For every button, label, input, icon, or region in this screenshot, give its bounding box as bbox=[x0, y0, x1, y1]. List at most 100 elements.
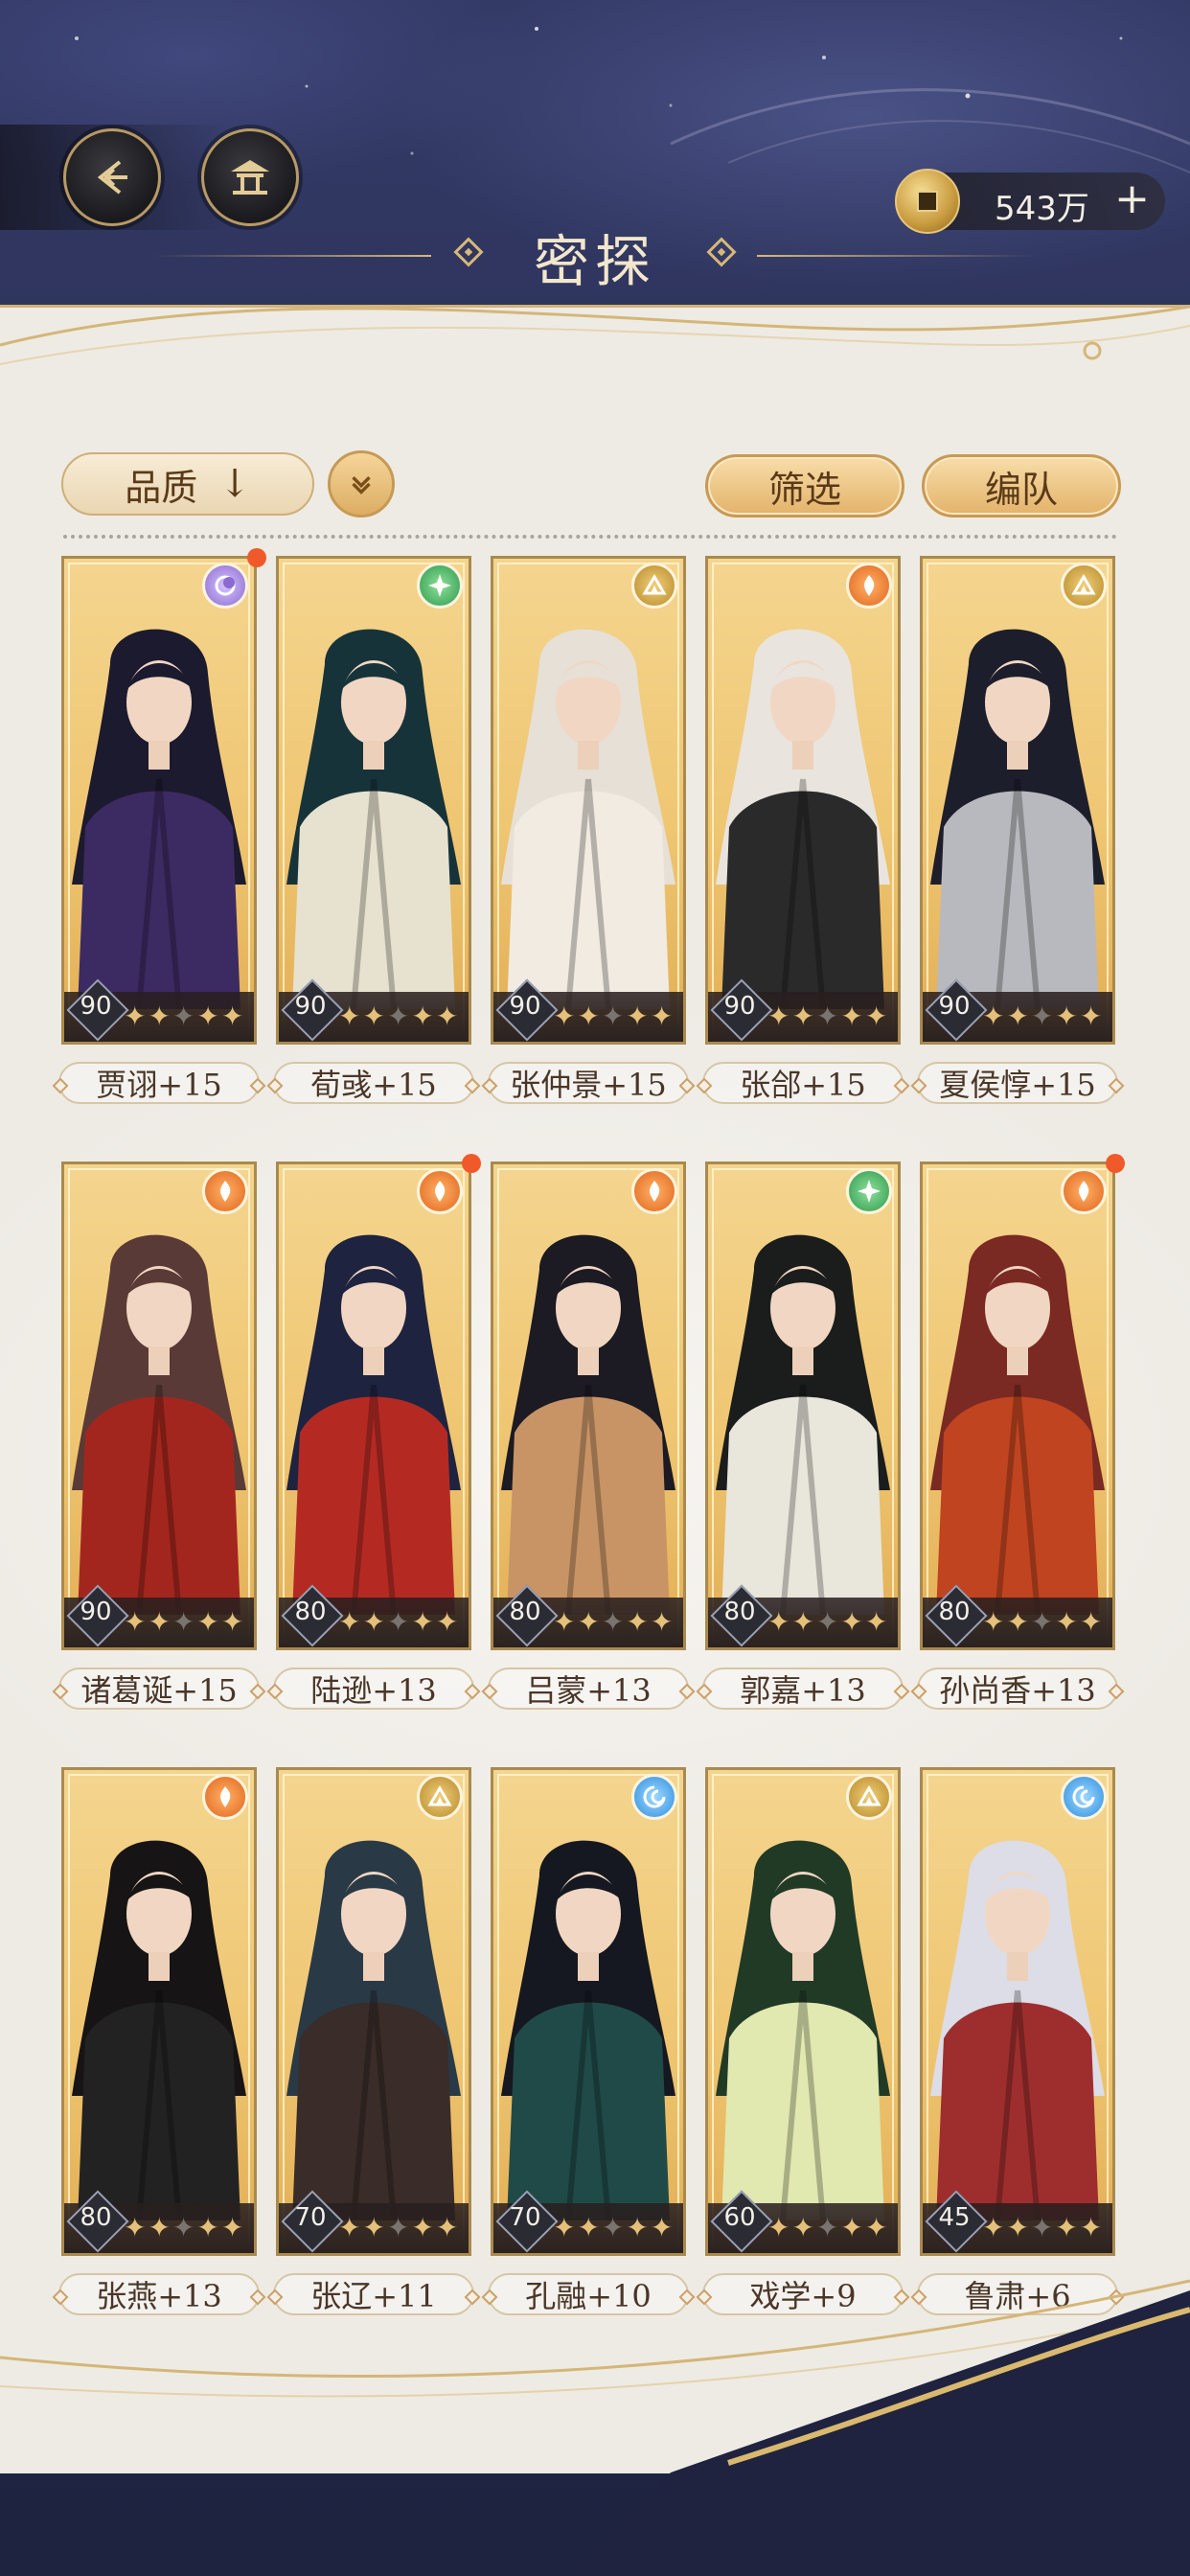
fire-element-icon bbox=[202, 1774, 248, 1820]
level-badge: 80 bbox=[281, 1584, 344, 1647]
earth-element-icon bbox=[846, 1774, 892, 1820]
agent-name: 张仲景+15 bbox=[488, 1062, 689, 1104]
level-value: 45 bbox=[938, 2203, 971, 2232]
agent-card[interactable]: 90 ✦✦✦✦✦ bbox=[61, 556, 257, 1045]
agent-name: 郭嘉+13 bbox=[702, 1668, 904, 1710]
agent-name: 吕蒙+13 bbox=[488, 1668, 689, 1710]
notification-dot bbox=[1106, 1154, 1125, 1173]
water-element-icon bbox=[1061, 1774, 1107, 1820]
notification-dot bbox=[247, 548, 266, 567]
level-value: 90 bbox=[80, 992, 112, 1021]
agent-portrait bbox=[930, 1234, 1105, 1615]
agent-portrait bbox=[930, 1840, 1105, 2220]
back-arrow-icon bbox=[97, 160, 127, 195]
level-value: 90 bbox=[80, 1598, 112, 1626]
lunar-element-icon bbox=[202, 563, 248, 609]
fire-element-icon bbox=[202, 1168, 248, 1214]
agent-card[interactable]: 90 ✦✦✦✦✦ bbox=[920, 556, 1115, 1045]
agent-card[interactable]: 90 ✦✦✦✦✦ bbox=[491, 556, 686, 1045]
star-rating: ✦✦✦✦✦ bbox=[553, 1000, 675, 1032]
agent-portrait bbox=[930, 629, 1105, 1009]
agent-card[interactable]: 90 ✦✦✦✦✦ bbox=[61, 1162, 257, 1650]
agent-card[interactable]: 80 ✦✦✦✦✦ bbox=[705, 1162, 901, 1650]
agent-card[interactable]: 70 ✦✦✦✦✦ bbox=[276, 1767, 471, 2256]
fire-element-icon bbox=[631, 1168, 677, 1214]
filter-button[interactable]: 筛选 bbox=[705, 454, 904, 518]
water-element-icon bbox=[631, 1774, 677, 1820]
agent-portrait bbox=[72, 1234, 246, 1615]
star-rating: ✦✦✦✦✦ bbox=[338, 1000, 461, 1032]
team-button[interactable]: 编队 bbox=[922, 454, 1121, 518]
earth-element-icon bbox=[417, 1774, 463, 1820]
agent-card[interactable]: 80 ✦✦✦✦✦ bbox=[276, 1162, 471, 1650]
star-rating: ✦✦✦✦✦ bbox=[982, 1606, 1105, 1638]
level-value: 80 bbox=[80, 2203, 112, 2232]
agent-portrait bbox=[716, 629, 890, 1009]
level-badge: 70 bbox=[281, 2190, 344, 2253]
level-value: 70 bbox=[509, 2203, 541, 2232]
agent-card[interactable]: 70 ✦✦✦✦✦ bbox=[491, 1767, 686, 2256]
fire-element-icon bbox=[846, 563, 892, 609]
agent-card[interactable]: 45 ✦✦✦✦✦ bbox=[920, 1767, 1115, 2256]
level-badge: 90 bbox=[925, 978, 988, 1042]
sort-toggle-button[interactable] bbox=[328, 450, 395, 518]
level-value: 70 bbox=[294, 2203, 327, 2232]
agent-name: 贾诩+15 bbox=[58, 1062, 260, 1104]
agent-name: 荀彧+15 bbox=[273, 1062, 474, 1104]
title-divider-right bbox=[757, 255, 1035, 257]
filter-label: 筛选 bbox=[767, 468, 841, 511]
fire-element-icon bbox=[1061, 1168, 1107, 1214]
team-label: 编队 bbox=[984, 468, 1058, 511]
panel-top-ornament bbox=[0, 305, 1190, 365]
quality-sort-button[interactable]: 品质 ↓ bbox=[61, 452, 314, 516]
agent-name: 陆逊+13 bbox=[273, 1668, 474, 1710]
level-badge: 90 bbox=[66, 1584, 129, 1647]
level-badge: 45 bbox=[925, 2190, 988, 2253]
wind-element-icon bbox=[846, 1168, 892, 1214]
earth-element-icon bbox=[631, 563, 677, 609]
level-badge: 70 bbox=[495, 2190, 559, 2253]
agent-portrait bbox=[716, 1840, 890, 2220]
level-value: 80 bbox=[938, 1598, 971, 1626]
star-rating: ✦✦✦✦✦ bbox=[767, 1000, 890, 1032]
level-badge: 80 bbox=[710, 1584, 773, 1647]
star-rating: ✦✦✦✦✦ bbox=[124, 2212, 246, 2243]
pavilion-icon bbox=[231, 160, 269, 195]
level-badge: 90 bbox=[495, 978, 559, 1042]
star-rating: ✦✦✦✦✦ bbox=[338, 1606, 461, 1638]
level-value: 90 bbox=[294, 992, 327, 1021]
agent-portrait bbox=[286, 629, 461, 1009]
star-rating: ✦✦✦✦✦ bbox=[338, 2212, 461, 2243]
level-value: 80 bbox=[723, 1598, 756, 1626]
agent-card[interactable]: 80 ✦✦✦✦✦ bbox=[491, 1162, 686, 1650]
star-rating: ✦✦✦✦✦ bbox=[982, 2212, 1105, 2243]
agent-portrait bbox=[501, 1840, 675, 2220]
level-badge: 90 bbox=[66, 978, 129, 1042]
panel-bottom-ornament bbox=[0, 2279, 1190, 2576]
agent-name: 孙尚香+13 bbox=[917, 1668, 1118, 1710]
sort-direction-icon: ↓ bbox=[218, 462, 251, 506]
agent-portrait bbox=[286, 1234, 461, 1615]
star-rating: ✦✦✦✦✦ bbox=[982, 1000, 1105, 1032]
star-rating: ✦✦✦✦✦ bbox=[553, 1606, 675, 1638]
agent-portrait bbox=[286, 1840, 461, 2220]
level-value: 80 bbox=[294, 1598, 327, 1626]
agent-card[interactable]: 80 ✦✦✦✦✦ bbox=[61, 1767, 257, 2256]
agent-portrait bbox=[72, 1840, 246, 2220]
level-value: 80 bbox=[509, 1598, 541, 1626]
agent-portrait bbox=[716, 1234, 890, 1615]
back-button[interactable] bbox=[63, 128, 161, 226]
agent-card[interactable]: 60 ✦✦✦✦✦ bbox=[705, 1767, 901, 2256]
level-badge: 60 bbox=[710, 2190, 773, 2253]
level-badge: 90 bbox=[281, 978, 344, 1042]
agent-card[interactable]: 80 ✦✦✦✦✦ bbox=[920, 1162, 1115, 1650]
agent-name: 张郃+15 bbox=[702, 1062, 904, 1104]
agent-portrait bbox=[501, 1234, 675, 1615]
quality-sort-label: 品质 bbox=[125, 466, 198, 509]
agent-card[interactable]: 90 ✦✦✦✦✦ bbox=[705, 556, 901, 1045]
double-chevron-down-icon bbox=[352, 475, 371, 494]
agent-card[interactable]: 90 ✦✦✦✦✦ bbox=[276, 556, 471, 1045]
star-rating: ✦✦✦✦✦ bbox=[124, 1000, 246, 1032]
level-value: 60 bbox=[723, 2203, 756, 2232]
home-button[interactable] bbox=[201, 128, 299, 226]
